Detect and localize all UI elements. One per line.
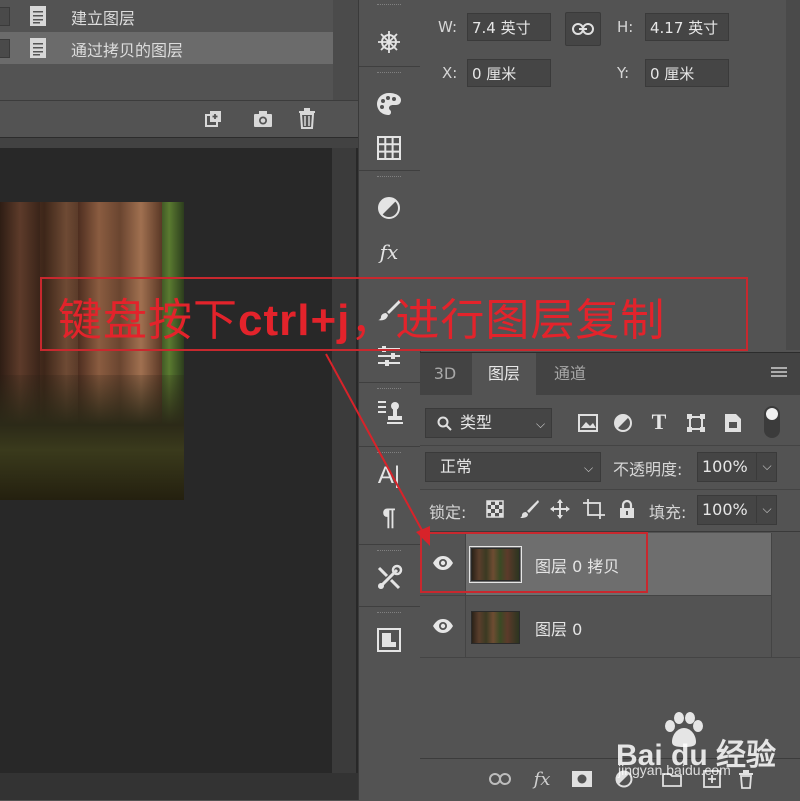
- grid-icon[interactable]: [373, 134, 405, 162]
- fill-value: 100%: [702, 500, 748, 519]
- fx-icon[interactable]: fx: [530, 767, 554, 791]
- highlight-box: [420, 532, 648, 593]
- link-icon[interactable]: [488, 767, 512, 791]
- chevron-down-icon[interactable]: ⌵: [756, 452, 777, 480]
- trash-icon[interactable]: [298, 108, 316, 129]
- type-filter-icon[interactable]: T: [648, 409, 670, 434]
- shape-filter-icon[interactable]: [685, 412, 707, 434]
- divider: [420, 445, 800, 446]
- palette-icon[interactable]: [373, 90, 405, 118]
- history-item-label: 建立图层: [71, 9, 136, 28]
- y-input[interactable]: 0 厘米: [645, 59, 729, 87]
- link-icon: [572, 23, 594, 35]
- forest-ground: [0, 374, 184, 500]
- height-input[interactable]: 4.17 英寸: [645, 13, 729, 41]
- library-icon[interactable]: [373, 626, 405, 654]
- watermark-url: jingyan.baidu.com: [618, 762, 731, 778]
- filter-kind-label: 类型: [460, 413, 493, 432]
- opacity-value: 100%: [702, 457, 748, 476]
- panel-grip: [377, 4, 401, 7]
- lock-pixels-icon[interactable]: [518, 498, 540, 520]
- lock-all-icon[interactable]: [616, 498, 638, 520]
- y-label: Y:: [617, 64, 630, 82]
- panel-grip: [377, 176, 401, 179]
- annotation-shortcut: ctrl+j: [238, 296, 351, 345]
- panel-grip: [377, 550, 401, 553]
- history-item-label: 通过拷贝的图层: [71, 41, 184, 60]
- lock-transparent-icon[interactable]: [484, 498, 506, 520]
- annotation-arrow: [325, 353, 430, 546]
- blend-mode-dropdown[interactable]: 正常 ⌵: [425, 452, 601, 482]
- tool-divider: [359, 606, 420, 607]
- layer-name: 图层 0: [535, 620, 583, 639]
- document-icon: [30, 38, 46, 58]
- tools-icon[interactable]: [373, 564, 405, 592]
- x-label: X:: [442, 64, 458, 82]
- panel-grip: [377, 72, 401, 75]
- canvas-horizontal-scrollbar[interactable]: [0, 773, 358, 800]
- opacity-label: 不透明度:: [613, 460, 683, 479]
- history-toolbar: [0, 100, 358, 138]
- properties-scrollbar[interactable]: [786, 0, 800, 350]
- annotation-text: 键盘按下ctrl+j，进行图层复制: [58, 284, 665, 348]
- layers-scrollbar[interactable]: [771, 533, 800, 657]
- canvas-top-bar: [0, 138, 358, 148]
- history-item-selected[interactable]: 通过拷贝的图层: [0, 32, 333, 64]
- mask-icon[interactable]: [570, 767, 594, 791]
- filter-toggle-switch[interactable]: [764, 406, 780, 438]
- width-label: W:: [438, 18, 458, 36]
- tool-divider: [359, 170, 420, 171]
- blend-mode-label: 正常: [440, 457, 473, 476]
- smart-object-filter-icon[interactable]: [722, 412, 744, 434]
- history-scrollbar[interactable]: [333, 0, 358, 100]
- x-input[interactable]: 0 厘米: [467, 59, 551, 87]
- divider: [420, 657, 800, 658]
- camera-icon[interactable]: [253, 109, 273, 129]
- history-checkbox[interactable]: [0, 39, 10, 58]
- annotation-text-after: ，进行图层复制: [350, 295, 666, 346]
- pixel-filter-icon[interactable]: [577, 412, 599, 434]
- fx-icon[interactable]: fx: [373, 238, 405, 266]
- panel-menu-icon[interactable]: [771, 367, 787, 380]
- forest-photo: [0, 202, 184, 500]
- annotation-text-before: 键盘按下: [58, 295, 238, 346]
- lock-artboard-icon[interactable]: [583, 498, 605, 520]
- lock-position-icon[interactable]: [549, 498, 571, 520]
- fill-label: 填充:: [649, 503, 687, 522]
- chevron-down-icon[interactable]: ⌵: [756, 495, 777, 523]
- history-panel: 建立图层 通过拷贝的图层: [0, 0, 358, 100]
- tab-channels[interactable]: 通道: [538, 353, 602, 395]
- chevron-down-icon: ⌵: [584, 461, 594, 475]
- layer-row[interactable]: 图层 0: [420, 595, 800, 658]
- height-label: H:: [617, 18, 634, 36]
- halftone-icon[interactable]: [373, 194, 405, 222]
- link-dimensions-button[interactable]: [565, 12, 601, 46]
- history-item[interactable]: 建立图层: [0, 0, 333, 32]
- document-icon: [30, 6, 46, 26]
- layer-filter-dropdown[interactable]: 类型 ⌵: [425, 408, 552, 438]
- layer-thumbnail: [471, 611, 520, 644]
- adjustment-filter-icon[interactable]: [612, 412, 634, 434]
- layers-tab-bar: 3D 图层 通道: [420, 353, 800, 395]
- history-checkbox[interactable]: [0, 7, 10, 26]
- new-snapshot-icon[interactable]: [203, 109, 223, 129]
- opacity-input[interactable]: 100% ⌵: [697, 452, 777, 482]
- tab-layers[interactable]: 图层: [472, 353, 536, 395]
- eye-icon[interactable]: [432, 618, 454, 634]
- divider: [420, 489, 800, 490]
- fill-input[interactable]: 100% ⌵: [697, 495, 777, 525]
- panel-grip: [377, 612, 401, 615]
- compass-icon[interactable]: [373, 28, 405, 56]
- tool-divider: [359, 66, 420, 67]
- baidu-watermark: Bai du 经验 jingyan.baidu.com: [600, 710, 800, 800]
- chevron-down-icon: ⌵: [536, 417, 546, 431]
- width-input[interactable]: 7.4 英寸: [467, 13, 551, 41]
